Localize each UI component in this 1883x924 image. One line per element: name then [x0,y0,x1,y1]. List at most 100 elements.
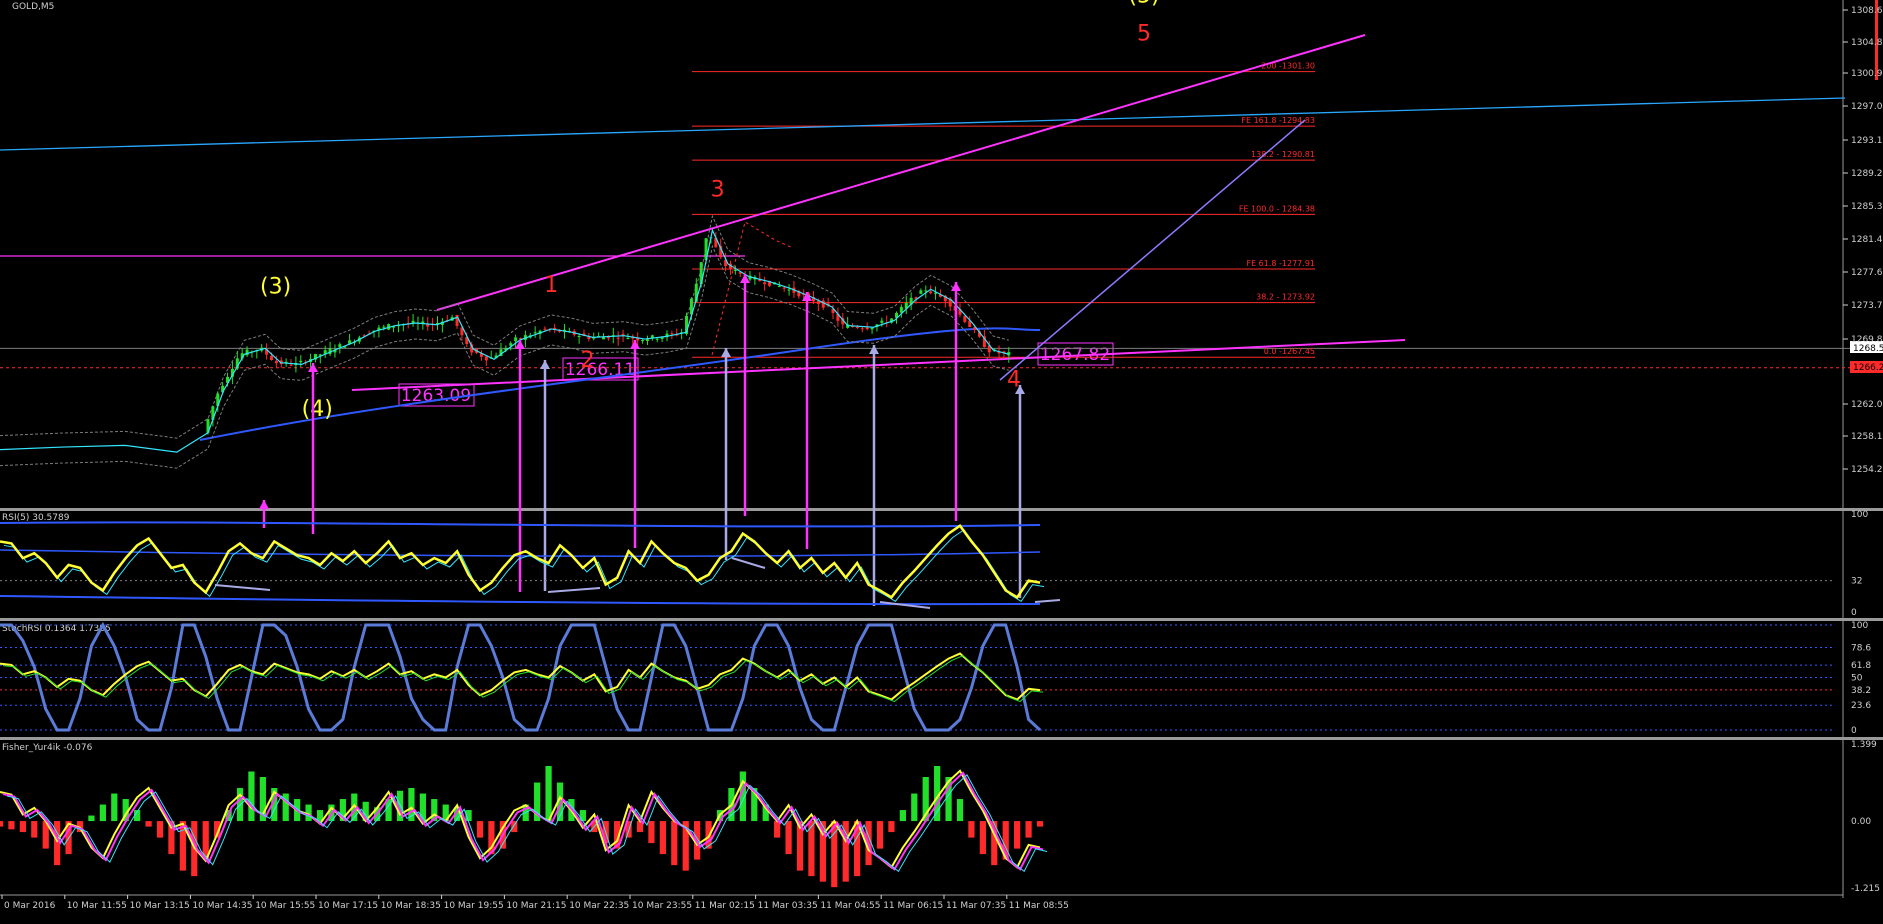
fisher-bar [1014,821,1021,849]
fisher-bar [19,821,26,833]
fisher-bar [111,793,118,822]
candle-body [616,337,620,339]
candle-body [484,356,488,361]
fisher-y-tick-label: -1.215 [1851,884,1880,894]
stoch-y-tick-label: 23.6 [1851,701,1871,711]
fisher-bar [156,821,164,838]
fib-level-label: 38.2 - 1273.92 [1256,293,1315,302]
x-tick-label: 11 Mar 06:15 [883,901,943,911]
main-y-tick-label: 1273.7 [1851,301,1883,311]
x-tick-label: 10 Mar 11:55 [67,901,127,911]
x-tick-label: 10 Mar 23:55 [632,901,692,911]
candle-body [645,339,649,341]
x-tick-label: 11 Mar 04:55 [820,901,880,911]
main-y-tick-label: 1254.2 [1851,465,1883,475]
fisher-bar [1025,821,1032,838]
rsi-title: RSI(5) 30.5789 [2,513,70,523]
candle-body [777,286,781,288]
chart-canvas[interactable]: GOLD,M5 RSI(5) 30.5789 StochRSI 0.1364 1… [0,0,1883,920]
candle-body [543,328,547,330]
fisher-bar [0,821,4,827]
candle-body [655,338,659,340]
candle-body [865,327,869,330]
fisher-bar [785,821,792,855]
candle-body [929,291,933,294]
rsi-y-tick-label: 0 [1851,608,1857,618]
candle-body [763,282,767,285]
fisher-bar [579,810,586,822]
candle-body [733,269,737,271]
rsi-y-tick-label: 100 [1851,510,1868,520]
wave-label: (3) [260,275,291,300]
main-y-tick-label: 1300.9 [1851,69,1883,79]
x-tick-label: 10 Mar 19:55 [444,901,504,911]
candle-body [382,326,386,328]
sep-stoch-fisher [0,737,1883,740]
price-tag-bid: 1268.5 [1853,344,1883,354]
fisher-bar [671,821,678,866]
wave-label: (5) [1128,0,1159,8]
candle-body [514,337,518,342]
fisher-bar [511,821,518,833]
candle-body [782,287,786,289]
fib-level-label: FE 100.0 - 1284.38 [1239,204,1315,213]
candle-body [670,333,674,335]
fisher-bar [545,765,552,822]
x-tick-label: 10 Mar 17:15 [318,901,378,911]
x-tick-label: 10 Mar 22:35 [569,901,629,911]
x-tick-label: 10 Mar 13:15 [130,901,190,911]
stoch-y-tick-label: 61.8 [1851,661,1871,671]
fisher-bar [899,810,906,822]
x-tick-label: 11 Mar 03:35 [758,901,818,911]
main-y-tick-label: 1308.6 [1851,6,1883,16]
main-y-tick-label: 1293.1 [1851,136,1883,146]
candle-body [860,328,864,330]
x-tick-label: 11 Mar 08:55 [1009,901,1069,911]
fisher-bar [476,821,484,838]
sep-main-rsi [0,508,1883,511]
fisher-bar [248,771,255,822]
fisher-bar [659,821,666,855]
candle-body [641,340,645,342]
x-tick-label: 10 Mar 14:35 [192,901,252,911]
trading-chart-window[interactable]: GOLD,M5 RSI(5) 30.5789 StochRSI 0.1364 1… [0,0,1883,920]
symbol-label: GOLD,M5 [12,2,54,12]
candle-body [899,307,903,313]
candle-body [455,315,459,326]
price-tag-ask: 1266.2 [1853,363,1883,373]
candle-body [626,338,630,340]
stoch-y-tick-label: 38.2 [1851,686,1871,696]
candle-body [821,300,825,308]
x-tick-label: 11 Mar 07:35 [946,901,1006,911]
x-tick-label: 11 Mar 02:15 [695,901,755,911]
fisher-bar [8,821,15,830]
x-tick-label: 10 Mar 21:15 [506,901,566,911]
fisher-bar [979,821,986,855]
fisher-bar [876,821,884,849]
main-y-tick-label: 1285.3 [1851,202,1883,212]
wave-label: 3 [711,177,725,202]
fib-level-label: 0.0 -1267.45 [1264,347,1315,356]
fisher-bar [911,793,918,822]
fib-level-label: FE 61.8 -1277.91 [1246,259,1315,268]
candle-body [533,332,537,334]
main-y-tick-label: 1297.0 [1851,102,1883,112]
candle-body [289,364,293,366]
wave-label: 1 [544,273,558,298]
candle-body [855,326,859,328]
fisher-y-tick-label: 0.00 [1851,817,1871,827]
main-y-tick-label: 1258.1 [1851,432,1883,442]
fisher-bar [648,821,655,844]
fisher-bar [99,804,106,822]
fisher-bar [31,821,38,838]
wave-label: 5 [1137,21,1151,46]
stoch-y-tick-label: 0 [1851,726,1857,736]
candle-body [621,333,625,336]
candle-body [269,355,273,361]
x-tick-label: 10 Mar 18:35 [381,901,441,911]
fisher-bar [145,821,152,827]
fisher-bar [968,821,975,838]
main-y-tick-label: 1281.4 [1851,235,1883,245]
main-y-tick-label: 1304.8 [1851,38,1883,48]
candle-body [299,360,303,363]
